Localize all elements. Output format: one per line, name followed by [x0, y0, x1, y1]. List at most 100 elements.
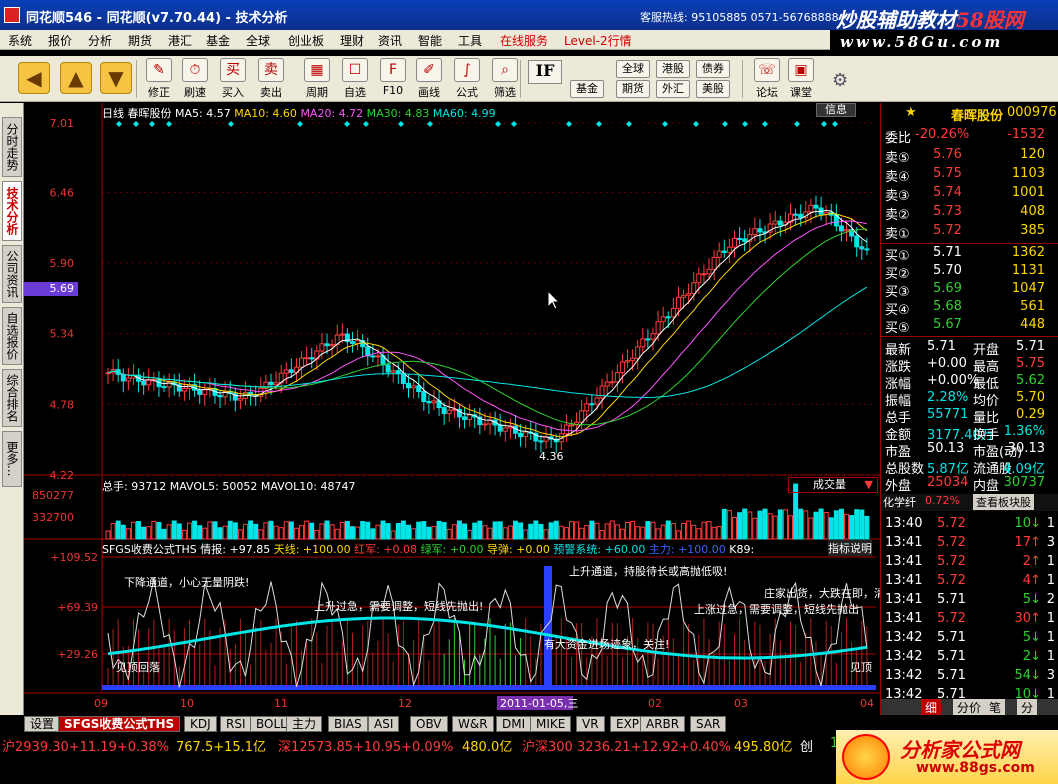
- market-button-2[interactable]: 债券: [696, 60, 730, 78]
- volume-bar: [120, 524, 126, 540]
- indicator-tab-11[interactable]: MIKE: [530, 716, 572, 732]
- toolbar-button-2[interactable]: 买买入: [214, 58, 252, 100]
- indicator-tab-10[interactable]: DMI: [496, 716, 532, 732]
- sell-row[interactable]: 卖③ 5.74 1001: [881, 185, 1058, 204]
- indicator-tab-6[interactable]: BIAS: [328, 716, 368, 732]
- buy-row[interactable]: 买⑤ 5.67 448: [881, 317, 1058, 336]
- volume-bar: [278, 527, 284, 540]
- toolbar-button-4[interactable]: ▦ 周期: [298, 58, 336, 100]
- market-button-4[interactable]: 外汇: [656, 80, 690, 98]
- volume-bar: [716, 526, 722, 540]
- menu-item-12[interactable]: 在线服务: [500, 32, 548, 49]
- left-tab-0[interactable]: 分时走势: [2, 117, 22, 177]
- quote-tab-2[interactable]: 笔: [985, 699, 1006, 716]
- indicator-help-button[interactable]: 指标说明: [828, 540, 872, 556]
- indicator-tab-12[interactable]: VR: [576, 716, 605, 732]
- stat-row: 总股数 5.87亿 流通股 4.09亿: [885, 462, 1045, 477]
- tick-row: 13:41 5.72 30 ↑ 1: [885, 611, 1055, 626]
- menu-item-5[interactable]: 基金: [206, 32, 230, 49]
- main-chart[interactable]: 7.01 6.46 5.90 5.34 4.78 4.22 4.36 850277 332700…: [24, 103, 880, 715]
- stat-row: 外盘 25034 内盘 30737: [885, 475, 1045, 494]
- sell-row[interactable]: 卖① 5.72 385: [881, 223, 1058, 242]
- indicator-tab-3[interactable]: RSI: [220, 716, 252, 732]
- signal-diamond-icon: [596, 121, 602, 127]
- candle-body: [645, 338, 651, 341]
- volume-dropdown[interactable]: 成交量 ▼: [788, 477, 878, 493]
- menu-item-10[interactable]: 智能: [418, 32, 442, 49]
- info-button[interactable]: 信息: [816, 103, 856, 117]
- sell-row[interactable]: 卖④ 5.75 1103: [881, 166, 1058, 185]
- indicator-tab-14[interactable]: ARBR: [640, 716, 686, 732]
- toolbar-button-6[interactable]: F F10: [374, 58, 412, 100]
- if-button[interactable]: IF: [528, 60, 562, 84]
- menu-item-0[interactable]: 系统: [8, 32, 32, 49]
- indicator-tab-7[interactable]: ASI: [368, 716, 400, 732]
- candle-body: [864, 248, 870, 251]
- indicator-tab-15[interactable]: SAR: [690, 716, 727, 732]
- main-force-baseline: [102, 685, 876, 690]
- toolbar-button-7[interactable]: ✐ 画线: [410, 58, 448, 100]
- candle-body: [339, 333, 345, 336]
- toolbar-button-15[interactable]: ▣ 课堂: [782, 58, 820, 100]
- buy-row[interactable]: 买① 5.71 1362: [881, 245, 1058, 264]
- toolbar-icon-4: ▦: [304, 58, 330, 82]
- toolbar-button-9[interactable]: ⌕ 筛选: [486, 58, 524, 100]
- volume-bar: [808, 517, 814, 540]
- menu-item-8[interactable]: 理财: [340, 32, 364, 49]
- sell-row[interactable]: 卖② 5.73 408: [881, 204, 1058, 223]
- fund-button[interactable]: 基金: [570, 80, 604, 98]
- stat-row: 金额 3177.40万 换手 1.36%: [885, 424, 1045, 443]
- buy-row[interactable]: 买④ 5.68 561: [881, 299, 1058, 318]
- menu-item-9[interactable]: 资讯: [378, 32, 402, 49]
- market-button-3[interactable]: 期货: [616, 80, 650, 98]
- menu-item-7[interactable]: 创业板: [288, 32, 324, 49]
- menu-item-11[interactable]: 工具: [458, 32, 482, 49]
- signal-annotation: 上升通道，持股待长或高抛低吸!: [569, 564, 727, 578]
- star-icon[interactable]: ★: [905, 105, 917, 120]
- sell-row[interactable]: 卖⑤ 5.76 120: [881, 147, 1058, 166]
- menu-item-6[interactable]: 全球: [246, 32, 270, 49]
- quote-tab-1[interactable]: 分价: [953, 699, 986, 716]
- volume-bar: [202, 527, 208, 540]
- candle-body: [630, 357, 636, 362]
- toolbar-button-0[interactable]: ✎ 修正: [140, 58, 178, 100]
- back-arrow-icon[interactable]: ◀: [18, 62, 50, 94]
- quote-tab-0[interactable]: 细: [921, 699, 942, 716]
- price-tick-label: 6.46: [50, 186, 75, 199]
- left-tab-1[interactable]: 技术分析: [2, 181, 22, 241]
- indicator-tab-0[interactable]: 设置: [24, 716, 61, 732]
- indicator-tab-2[interactable]: KDJ: [184, 716, 217, 732]
- left-tab-5[interactable]: 更多...: [2, 431, 22, 487]
- toolbar-button-3[interactable]: 卖卖出: [252, 58, 290, 100]
- menu-item-1[interactable]: 报价: [48, 32, 72, 49]
- gear-icon[interactable]: ⚙: [832, 70, 848, 91]
- left-tab-4[interactable]: 综合排名: [2, 369, 22, 427]
- quote-tab-3[interactable]: 分: [1017, 699, 1038, 716]
- buy-row[interactable]: 买② 5.70 1131: [881, 263, 1058, 282]
- ma-line: [107, 286, 868, 399]
- left-tab-2[interactable]: 公司资讯: [2, 245, 22, 303]
- volume-bar: [507, 525, 513, 540]
- market-button-5[interactable]: 美股: [696, 80, 730, 98]
- up-arrow-icon[interactable]: ▲: [60, 62, 92, 94]
- toolbar-button-8[interactable]: ∫ 公式: [448, 58, 486, 100]
- menu-item-13[interactable]: Level-2行情: [564, 32, 632, 49]
- indicator-tab-8[interactable]: OBV: [410, 716, 448, 732]
- indicator-tab-5[interactable]: 主力: [286, 716, 323, 732]
- volume-bar: [186, 522, 192, 540]
- toolbar-button-1[interactable]: ⏱ 刷速: [176, 58, 214, 100]
- view-sector-button[interactable]: 查看板块股: [973, 494, 1034, 510]
- toolbar-button-5[interactable]: ☐ 自选: [336, 58, 374, 100]
- menu-item-4[interactable]: 港汇: [168, 32, 192, 49]
- toolbar-button-14[interactable]: ☏ 论坛: [748, 58, 786, 100]
- indicator-tab-9[interactable]: W&R: [452, 716, 494, 732]
- market-button-0[interactable]: 全球: [616, 60, 650, 78]
- menu-item-3[interactable]: 期货: [128, 32, 152, 49]
- market-button-1[interactable]: 港股: [656, 60, 690, 78]
- left-tab-3[interactable]: 自选报价: [2, 307, 22, 365]
- down-arrow-icon[interactable]: ▼: [100, 62, 132, 94]
- menu-item-2[interactable]: 分析: [88, 32, 112, 49]
- trend-line: [107, 616, 868, 660]
- buy-row[interactable]: 买③ 5.69 1047: [881, 281, 1058, 300]
- indicator-tab-1[interactable]: SFGS收费公式THS: [58, 716, 181, 732]
